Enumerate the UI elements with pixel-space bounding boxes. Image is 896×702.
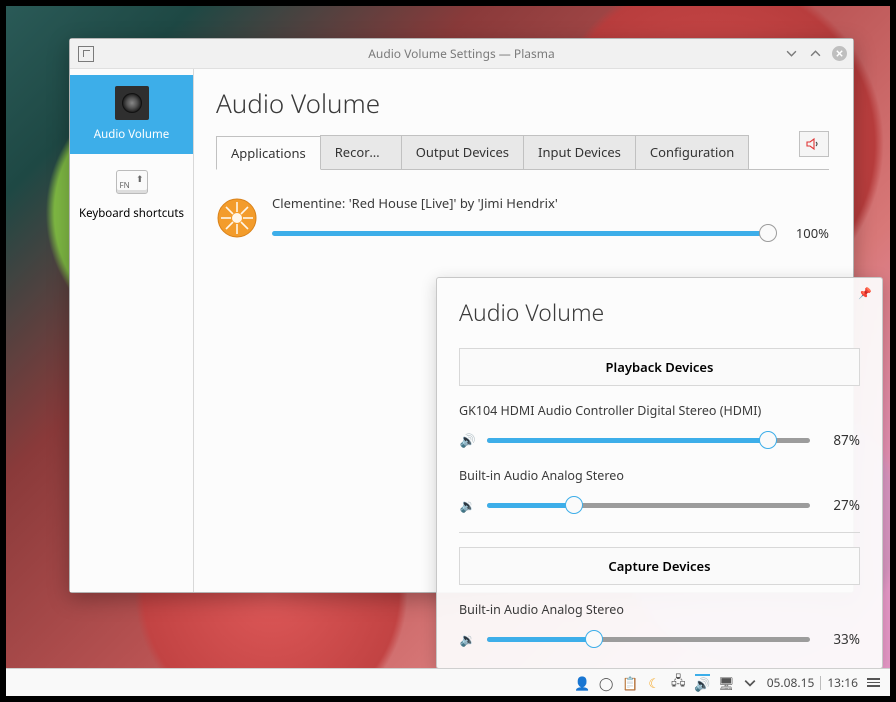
application-stream-row: Clementine: 'Red House [Live]' by 'Jimi … (216, 194, 829, 242)
speaker-icon (115, 86, 149, 120)
speaker-icon[interactable]: 🔉 (459, 630, 477, 648)
capture-section-header: Capture Devices (459, 547, 860, 585)
tab-input-devices[interactable]: Input Devices (523, 135, 636, 169)
volume-applet-popup: 📌 Audio Volume Playback Devices GK104 HD… (436, 277, 883, 669)
settings-sidebar: Audio Volume FN Keyboard shortcuts (70, 69, 194, 592)
taskbar-menu-button[interactable] (867, 678, 880, 687)
tray-display-icon[interactable]: 🖥 (719, 675, 734, 690)
playback-section-header: Playback Devices (459, 348, 860, 386)
volume-percent: 27% (820, 496, 860, 514)
sidebar-item-label: Audio Volume (94, 127, 169, 142)
device-label: Built-in Audio Analog Stereo (459, 601, 860, 618)
window-title: Audio Volume Settings — Plasma (368, 45, 554, 62)
slider-thumb[interactable] (759, 431, 777, 449)
minimize-button[interactable] (784, 46, 799, 61)
taskbar-time: 13:16 (827, 674, 858, 691)
volume-percent: 33% (820, 630, 860, 648)
tray-user-icon[interactable]: 👤 (575, 675, 590, 690)
device-row: GK104 HDMI Audio Controller Digital Ster… (459, 402, 860, 449)
stream-label: Clementine: 'Red House [Live]' by 'Jimi … (272, 194, 829, 212)
volume-slider[interactable] (487, 637, 810, 642)
divider (459, 532, 860, 533)
tab-output-devices[interactable]: Output Devices (401, 135, 524, 169)
close-button[interactable] (832, 46, 847, 61)
tray-network-icon[interactable]: 🖧 (671, 675, 686, 690)
window-menu-icon[interactable] (78, 46, 94, 62)
pin-button[interactable]: 📌 (858, 286, 872, 301)
tab-recording[interactable]: Recordi… (320, 135, 402, 169)
speaker-icon[interactable]: 🔊 (459, 431, 477, 449)
sidebar-item-label: Keyboard shortcuts (79, 206, 184, 221)
device-row: Built-in Audio Analog Stereo 🔉 33% (459, 601, 860, 648)
tab-bar: Applications Recordi… Output Devices Inp… (216, 135, 829, 170)
slider-thumb[interactable] (759, 224, 777, 242)
device-row: Built-in Audio Analog Stereo 🔉 27% (459, 467, 860, 514)
slider-thumb[interactable] (585, 630, 603, 648)
taskbar-clock[interactable]: 05.08.15 13:16 (767, 674, 858, 691)
speaker-icon[interactable]: 🔉 (459, 496, 477, 514)
popup-heading: Audio Volume (459, 296, 860, 328)
sidebar-item-audio-volume[interactable]: Audio Volume (70, 75, 193, 154)
tray-updates-icon[interactable]: ◯ (599, 675, 614, 690)
speaker-mute-icon (806, 137, 822, 151)
device-label: Built-in Audio Analog Stereo (459, 467, 860, 484)
tray-volume-icon[interactable]: 🔊 (695, 674, 710, 689)
tab-configuration[interactable]: Configuration (635, 135, 749, 169)
slider-thumb[interactable] (565, 496, 583, 514)
mute-button[interactable] (799, 131, 829, 157)
fn-key-icon: FN (116, 170, 148, 194)
taskbar: 👤 ◯ 📋 ☾ 🖧 🔊 🖥 05.08.15 13:16 (6, 668, 890, 696)
sidebar-item-keyboard-shortcuts[interactable]: FN Keyboard shortcuts (70, 154, 193, 233)
tray-clipboard-icon[interactable]: 📋 (623, 675, 638, 690)
device-label: GK104 HDMI Audio Controller Digital Ster… (459, 402, 860, 419)
tray-weather-icon[interactable]: ☾ (647, 675, 662, 690)
window-titlebar[interactable]: Audio Volume Settings — Plasma (70, 39, 853, 69)
clementine-icon (216, 197, 258, 239)
volume-slider[interactable] (487, 438, 810, 443)
maximize-button[interactable] (808, 46, 823, 61)
tray-expand-icon[interactable] (743, 675, 758, 690)
volume-percent: 87% (820, 431, 860, 449)
volume-slider[interactable] (272, 231, 773, 236)
volume-percent: 100% (785, 224, 829, 242)
page-heading: Audio Volume (216, 85, 829, 121)
tab-applications[interactable]: Applications (216, 136, 321, 170)
taskbar-date: 05.08.15 (767, 674, 815, 691)
volume-slider[interactable] (487, 503, 810, 508)
